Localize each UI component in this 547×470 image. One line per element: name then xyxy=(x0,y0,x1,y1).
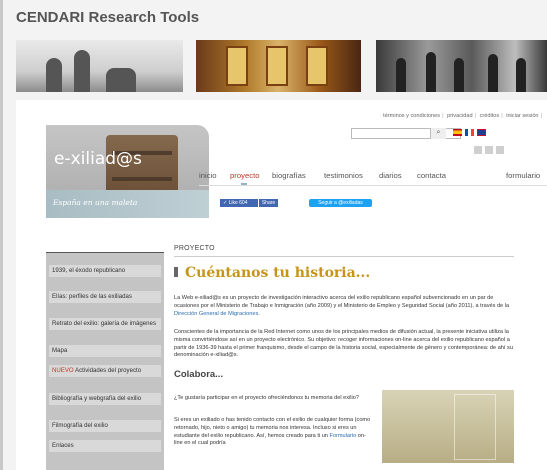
invite-paragraph: Si eres un exiliado o has tenido contact… xyxy=(174,417,371,447)
nav-divider xyxy=(199,185,547,186)
privacy-link[interactable]: privacidad xyxy=(447,113,473,119)
sidebar-item-actividades[interactable]: NUEVO Actividades del proyecto xyxy=(49,365,161,377)
formulario-link[interactable]: Formulario xyxy=(330,433,357,439)
sidebar-item-filmografia[interactable]: Filmografía del exilio xyxy=(49,420,161,432)
banner-image-soldiers xyxy=(376,40,547,92)
font-size-controls xyxy=(474,146,504,154)
sidebar-item-mapa[interactable]: Mapa xyxy=(49,345,161,357)
english-flag-icon[interactable] xyxy=(477,129,486,136)
sidebar-item-bibliografia[interactable]: Bibliografía y webgrafía del exilio xyxy=(49,393,161,405)
sidebar-item-galeria[interactable]: Retrato del exilio: galería de imágenes xyxy=(49,318,161,330)
nav-biografias[interactable]: biografías xyxy=(272,171,306,180)
section-divider xyxy=(174,256,514,257)
nav-proyecto[interactable]: proyecto xyxy=(230,171,260,180)
font-large-button[interactable] xyxy=(496,146,504,154)
section-title: PROYECTO xyxy=(174,245,215,252)
archive-photo xyxy=(382,390,514,463)
new-badge: NUEVO xyxy=(52,367,74,374)
nav-formulario[interactable]: formulario xyxy=(506,171,540,180)
twitter-follow-button[interactable]: Seguir a @exiliadas xyxy=(309,199,372,207)
site-title: CENDARI Research Tools xyxy=(16,9,200,26)
intro-paragraph: La Web e-xiliad@s es un proyecto de inve… xyxy=(174,295,510,317)
nav-testimonios[interactable]: testimonios xyxy=(324,171,363,180)
top-links: términos y condiciones | privacidad | créd… xyxy=(383,113,542,119)
page-title: Cuéntanos tu historia... xyxy=(174,265,370,281)
nav-contacta[interactable]: contacta xyxy=(417,171,446,180)
facebook-share-button[interactable]: Share xyxy=(259,199,278,207)
banner-image-painting xyxy=(196,40,361,92)
question-paragraph: ¿Te gustaría participar en el proyecto o… xyxy=(174,395,360,401)
sidebar-item-perfiles[interactable]: Elías: perfiles de las exiliadas xyxy=(49,291,161,303)
nav-inicio[interactable]: inicio xyxy=(199,171,217,180)
colabora-heading: Colabora... xyxy=(174,369,224,380)
terms-link[interactable]: términos y condiciones xyxy=(383,113,440,119)
page-background: CENDARI Research Tools términos y condic… xyxy=(0,0,547,470)
facebook-like-button[interactable]: ✓ Like 604 xyxy=(220,199,258,207)
banner-image-ruins xyxy=(16,40,183,92)
sidebar-item-exodo[interactable]: 1939, el éxodo republicano xyxy=(49,265,161,277)
search-icon[interactable]: ⌕ xyxy=(430,128,446,139)
logo-text: e-xiliad@s xyxy=(54,149,142,169)
main-nav: inicio proyecto biografías testimonios d… xyxy=(199,171,547,185)
credits-link[interactable]: créditos xyxy=(480,113,500,119)
objective-paragraph: Conscientes de la importancia de la Red … xyxy=(174,329,513,359)
main-panel: términos y condiciones | privacidad | créd… xyxy=(16,100,547,470)
french-flag-icon[interactable] xyxy=(465,129,474,136)
language-flags xyxy=(453,129,486,136)
login-link[interactable]: iniciar sesión xyxy=(506,113,538,119)
font-small-button[interactable] xyxy=(474,146,482,154)
spanish-flag-icon[interactable] xyxy=(453,129,462,136)
font-medium-button[interactable] xyxy=(485,146,493,154)
nav-diarios[interactable]: diarios xyxy=(379,171,402,180)
tagline: España en una maleta xyxy=(53,198,138,207)
sidebar: 1939, el éxodo republicano Elías: perfil… xyxy=(46,252,164,470)
sidebar-item-enlaces[interactable]: Enlaces xyxy=(49,440,161,452)
migraciones-link[interactable]: Dirección General de Migraciones xyxy=(174,311,258,317)
